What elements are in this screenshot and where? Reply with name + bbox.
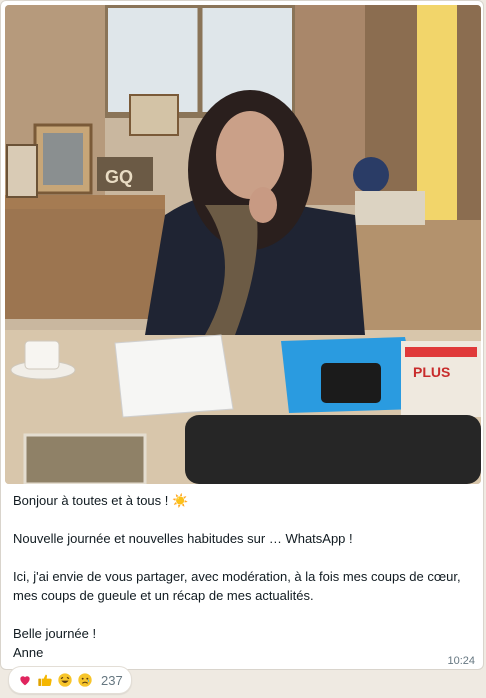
message-timestamp: 10:24 [447,655,475,667]
message-bubble[interactable]: GQ PLUS Bonjour à toutes et à tous ! ☀️ … [0,0,484,670]
message-signoff: Belle journée ! [13,626,97,641]
reactions-bar[interactable]: 237 [8,666,132,694]
thumbs-up-icon [37,672,53,688]
newspaper-label: PLUS [413,364,450,380]
crying-face-icon [77,672,93,688]
magazine-label: GQ [105,167,133,187]
laughing-face-icon [57,672,73,688]
message-line-2: Nouvelle journée et nouvelles habitudes … [13,531,353,546]
heart-icon [17,672,33,688]
message-text: Bonjour à toutes et à tous ! ☀️ Nouvelle… [13,491,471,662]
message-line-3: Ici, j'ai envie de vous partager, avec m… [13,569,461,603]
message-greeting: Bonjour à toutes et à tous ! ☀️ [13,493,189,508]
reaction-count: 237 [101,672,123,688]
message-signature: Anne [13,645,44,660]
message-photo[interactable]: GQ PLUS [5,5,481,484]
